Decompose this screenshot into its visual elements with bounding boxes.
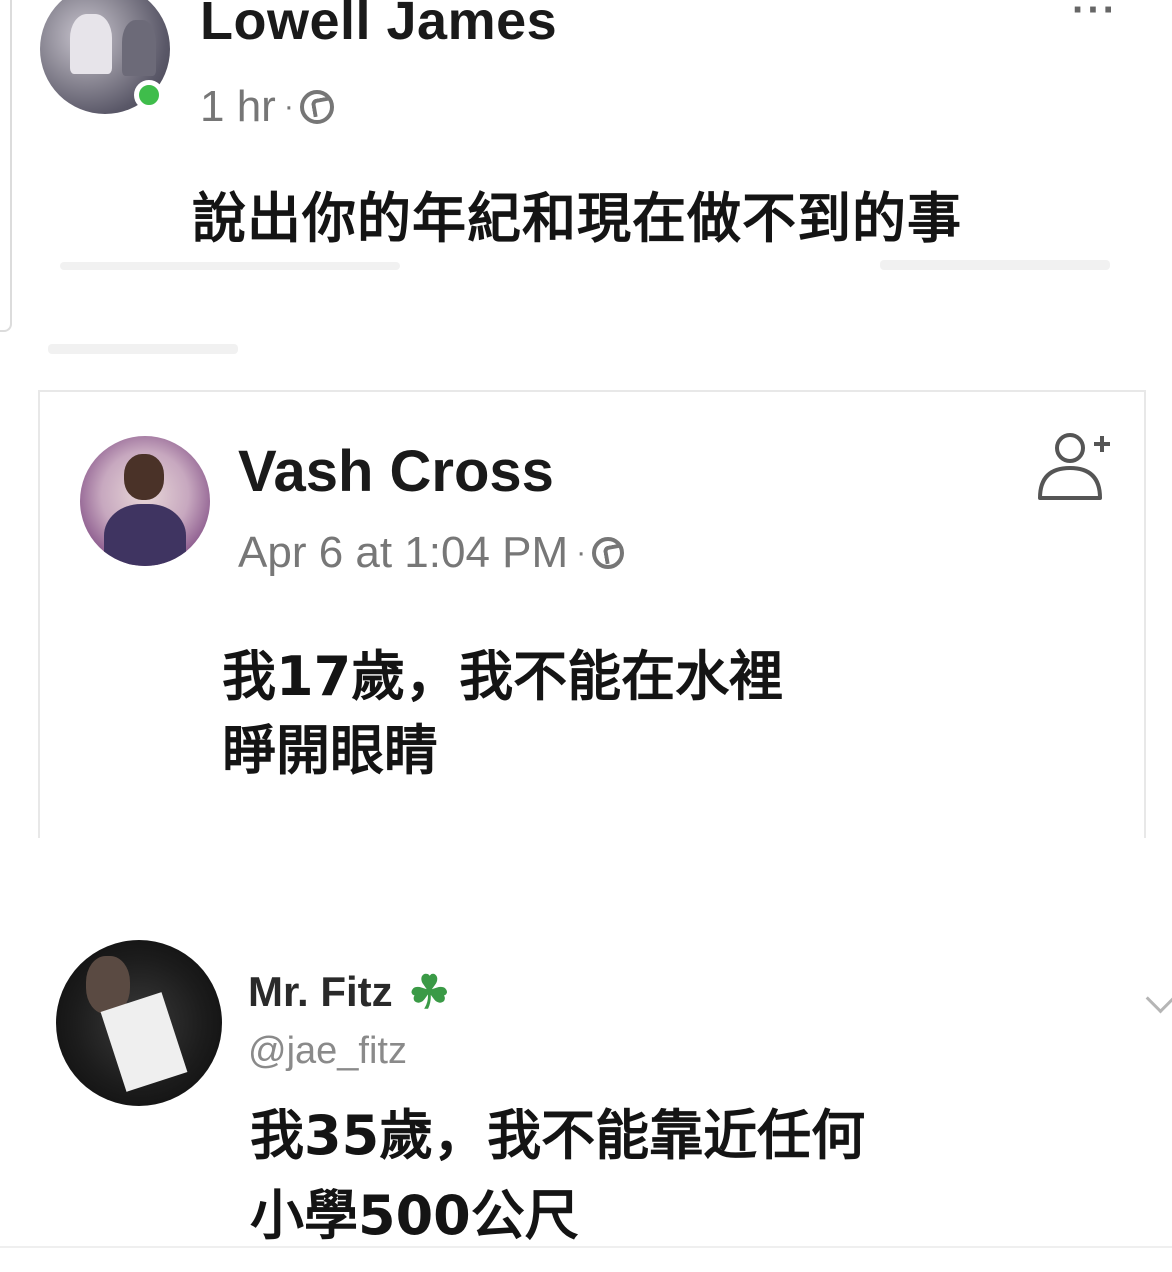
add-friend-icon[interactable]: [1030, 428, 1116, 504]
post-text-line: 睜開眼睛: [222, 719, 438, 782]
more-options-icon[interactable]: ···: [1072, 0, 1118, 30]
faded-divider: [880, 260, 1110, 270]
chevron-down-icon[interactable]: [1145, 983, 1172, 1014]
meta-separator: ·: [283, 90, 294, 123]
post-meta: Apr 6 at 1:04 PM ·: [238, 528, 625, 578]
clover-icon: ☘: [408, 966, 450, 1018]
tweet-author-name[interactable]: Mr. Fitz: [248, 968, 393, 1016]
faded-divider: [48, 344, 238, 354]
online-status-icon: [134, 80, 164, 110]
tweet-text-line: 我35歲，我不能靠近任何: [250, 1104, 866, 1167]
globe-icon[interactable]: [592, 537, 625, 569]
avatar-mr-fitz[interactable]: [56, 940, 222, 1106]
avatar-figure: [124, 454, 164, 500]
avatar-figure: [70, 14, 112, 74]
post-meta: 1 hr ·: [200, 82, 334, 132]
tweet-text: 我35歲，我不能靠近任何 小學500公尺: [250, 1096, 865, 1256]
avatar-figure: [100, 992, 188, 1092]
bottom-divider: [0, 1246, 1172, 1248]
avatar-figure: [104, 504, 186, 566]
post-timestamp[interactable]: 1 hr: [200, 82, 276, 132]
tweet-text-line: 小學500公尺: [250, 1184, 579, 1247]
meta-separator: ·: [576, 536, 587, 569]
tweet-handle[interactable]: @jae_fitz: [248, 1030, 407, 1073]
faded-divider: [60, 262, 400, 270]
post-text-line: 我17歲，我不能在水裡: [222, 645, 784, 708]
post-author-name[interactable]: Lowell James: [200, 0, 557, 52]
globe-icon[interactable]: [299, 90, 334, 124]
post-timestamp[interactable]: Apr 6 at 1:04 PM: [238, 528, 568, 578]
avatar-figure: [122, 20, 156, 76]
post-author-name[interactable]: Vash Cross: [238, 438, 554, 505]
post-text: 說出你的年紀和現在做不到的事: [192, 187, 962, 250]
avatar-vash-cross[interactable]: [80, 436, 210, 566]
post-card-border: [0, 0, 12, 332]
tweet-author: Mr. Fitz ☘: [248, 968, 450, 1016]
post-text: 我17歲，我不能在水裡 睜開眼睛: [222, 640, 783, 788]
